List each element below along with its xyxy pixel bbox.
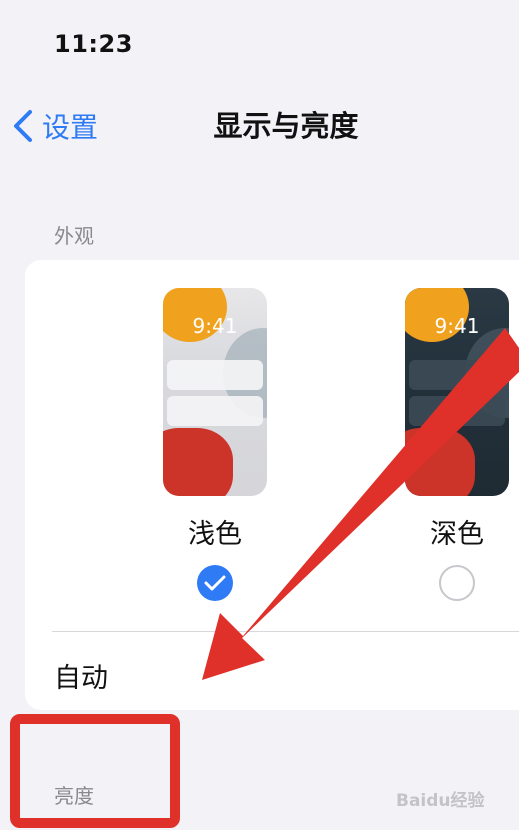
annotation-arrow [202,328,519,680]
watermark: Baidu经验 [396,791,485,811]
annotation-highlight-box [10,714,180,828]
